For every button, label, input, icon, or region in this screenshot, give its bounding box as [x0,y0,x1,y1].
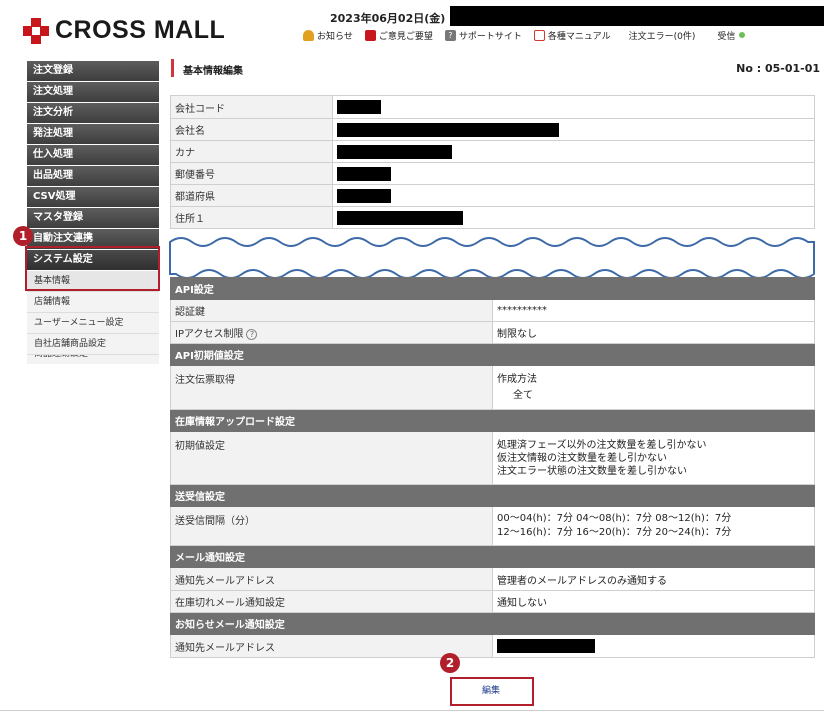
stockout-mail-value: 通知しない [492,590,815,613]
receive-status[interactable]: 受信 [717,29,746,42]
section-header-mail: メール通知設定 [170,545,815,568]
sidebar-sub-store-info[interactable]: 店舗情報 [27,292,159,313]
initial-value-label: 初期値設定 [170,431,493,485]
settings-table: API設定 認証鍵 ********** IPアクセス制限? 制限なし API初… [170,277,815,658]
news-link[interactable]: お知らせ [303,29,353,42]
auth-key-label: 認証鍵 [170,299,493,322]
company-name-value [332,118,815,141]
sidebar-item-listing[interactable]: 出品処理 [27,166,159,186]
company-name-label: 会社名 [170,118,333,141]
sidebar-item-order-entry[interactable]: 注文登録 [27,61,159,81]
support-site-link[interactable]: ? サポートサイト [444,29,522,42]
header-links: お知らせ ご意見ご要望 ? サポートサイト 各種マニュアル 注文エラー(0件) … [303,27,757,43]
cut-marker-wave [169,237,815,279]
sidebar-item-stocking[interactable]: 仕入処理 [27,145,159,165]
table-row: 都道府県 [170,184,815,207]
annotation-box-1 [25,246,160,291]
table-row: 送受信間隔（分） 00〜04(h)：7分 04〜08(h)：7分 08〜12(h… [170,506,815,546]
address1-value [332,206,815,229]
sidebar-item-csv[interactable]: CSV処理 [27,187,159,207]
postal-code-label: 郵便番号 [170,162,333,185]
table-row: 通知先メールアドレス 管理者のメールアドレスのみ通知する [170,567,815,591]
section-header-notice-mail: お知らせメール通知設定 [170,612,815,635]
section-header-api-init: API初期値設定 [170,343,815,366]
feedback-link[interactable]: ご意見ご要望 [364,29,433,42]
table-row: IPアクセス制限? 制限なし [170,321,815,344]
manuals-link[interactable]: 各種マニュアル [533,29,611,42]
mail-to-label: 通知先メールアドレス [170,567,493,591]
notice-mail-to-value [492,634,815,658]
bell-icon [303,29,314,41]
mail-to-value: 管理者のメールアドレスのみ通知する [492,567,815,591]
order-slip-label: 注文伝票取得 [170,365,493,410]
page-title-bar: 基本情報編集 No : 05-01-01 [171,59,824,77]
help-icon[interactable]: ? [246,329,258,340]
ip-restriction-label: IPアクセス制限? [170,321,493,344]
company-kana-label: カナ [170,140,333,163]
redacted-user-info [450,6,824,26]
sidebar-sub-own-store-products[interactable]: 自社店舗商品設定 [27,334,159,355]
table-row: 注文伝票取得 作成方法 全て [170,365,815,410]
prefecture-value [332,184,815,207]
section-header-stock-upload: 在庫情報アップロード設定 [170,409,815,432]
table-row: 会社名 [170,118,815,141]
table-row: 在庫切れメール通知設定 通知しない [170,590,815,613]
order-slip-value: 作成方法 全て [492,365,815,410]
section-header-send-receive: 送受信設定 [170,484,815,507]
section-header-api: API設定 [170,277,815,300]
company-code-value [332,95,815,119]
sidebar: 注文登録 注文処理 注文分析 発注処理 仕入処理 出品処理 CSV処理 マスタ登… [27,61,159,364]
table-row: 認証鍵 ********** [170,299,815,322]
table-row: 通知先メールアドレス [170,634,815,658]
sidebar-sub-product-link[interactable]: 商品連動設定 [27,355,159,364]
company-kana-value [332,140,815,163]
annotation-box-2 [450,677,534,706]
stockout-mail-label: 在庫切れメール通知設定 [170,590,493,613]
initial-value-value: 処理済フェーズ以外の注文数量を差し引かない 仮注文情報の注文数量を差し引かない … [492,431,815,485]
table-row: カナ [170,140,815,163]
help-icon: ? [444,29,456,41]
logo-text: CROSS MALL [55,16,226,44]
send-receive-interval-value: 00〜04(h)：7分 04〜08(h)：7分 08〜12(h)：7分 12〜1… [492,506,815,546]
crossmall-logo[interactable]: CROSS MALL [23,16,225,45]
footer-divider [0,710,824,711]
auth-key-value: ********** [492,299,815,322]
table-row: 郵便番号 [170,162,815,185]
send-receive-interval-label: 送受信間隔（分） [170,506,493,546]
sidebar-sub-user-menu[interactable]: ユーザーメニュー設定 [27,313,159,334]
sidebar-item-master[interactable]: マスタ登録 [27,208,159,228]
current-date: 2023年06月02日(金) [330,12,446,25]
table-row: 初期値設定 処理済フェーズ以外の注文数量を差し引かない 仮注文情報の注文数量を差… [170,431,815,485]
order-error-link[interactable]: 注文エラー(0件) [629,29,696,42]
logo-mark-icon [23,17,49,44]
mailbox-icon [364,29,376,41]
prefecture-label: 都道府県 [170,184,333,207]
page-title: 基本情報編集 [183,66,243,77]
sidebar-item-purchase-order[interactable]: 発注処理 [27,124,159,144]
table-row: 会社コード [170,95,815,119]
pdf-icon [533,29,545,41]
company-code-label: 会社コード [170,95,333,119]
postal-code-value [332,162,815,185]
company-info-table: 会社コード 会社名 カナ 郵便番号 都道府県 住所１ [170,95,815,229]
status-dot-icon [739,32,746,38]
annotation-badge-1: 1 [13,226,33,246]
page-number: No : 05-01-01 [736,62,820,75]
sidebar-item-order-processing[interactable]: 注文処理 [27,82,159,102]
address1-label: 住所１ [170,206,333,229]
ip-restriction-value: 制限なし [492,321,815,344]
sidebar-item-order-analysis[interactable]: 注文分析 [27,103,159,123]
annotation-badge-2: 2 [440,653,460,673]
table-row: 住所１ [170,206,815,229]
